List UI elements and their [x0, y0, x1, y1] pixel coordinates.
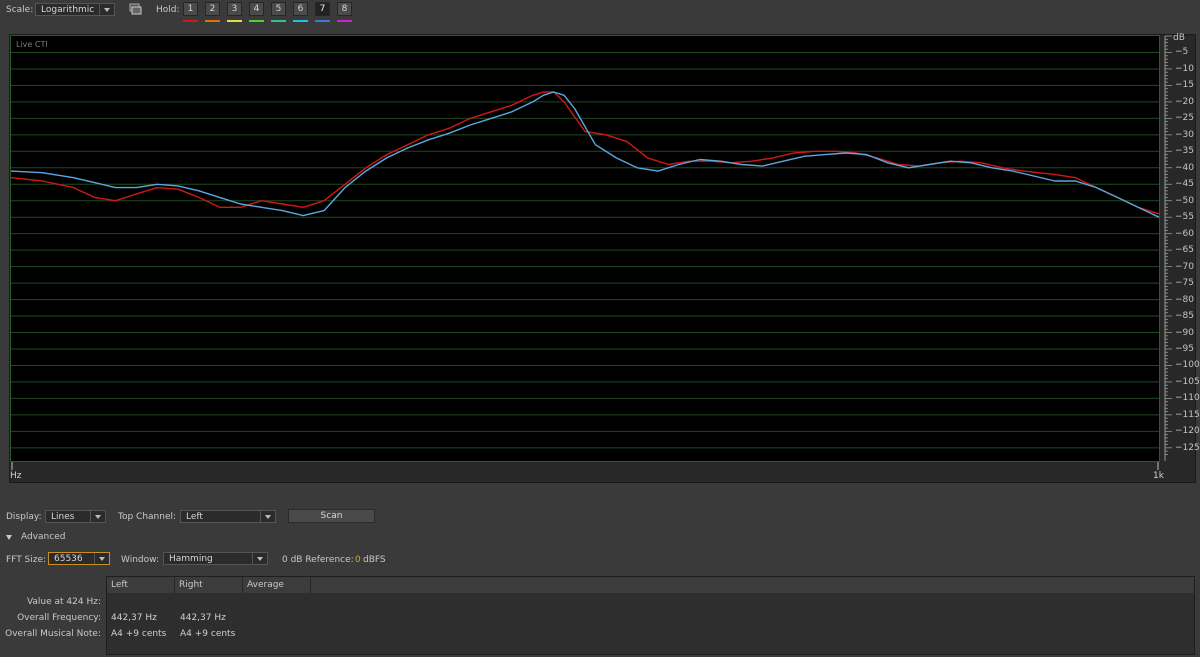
row-label-overall-note: Overall Musical Note:	[5, 629, 101, 639]
db-tick-label: −70	[1175, 261, 1194, 272]
db-tick-label: −115	[1175, 409, 1200, 420]
chevron-down-icon	[94, 553, 109, 564]
chevron-down-icon	[260, 511, 275, 522]
db-tick-label: −30	[1175, 129, 1194, 140]
db-tick-label: −65	[1175, 245, 1194, 256]
db-tick-label: −55	[1175, 212, 1194, 223]
header-filler	[311, 577, 1194, 593]
db-tick-label: −110	[1175, 393, 1200, 404]
column-header-left: Left	[107, 577, 175, 593]
window-dropdown[interactable]: Hamming	[163, 552, 268, 565]
row-label-value-at: Value at 424 Hz:	[26, 597, 101, 607]
overall-note-left: A4 +9 cents	[111, 629, 167, 639]
db-tick-label: −10	[1175, 63, 1194, 74]
db-tick-label: −75	[1175, 278, 1194, 289]
db-axis	[11, 35, 1172, 470]
column-header-average: Average	[243, 577, 311, 593]
db-tick-label: −105	[1175, 376, 1200, 387]
window-label: Window:	[121, 555, 160, 565]
db-tick-label: −80	[1175, 294, 1194, 305]
overall-note-right: A4 +9 cents	[180, 629, 236, 639]
display-dropdown[interactable]: Lines	[45, 510, 106, 523]
db-unit-label: dB	[1173, 33, 1185, 43]
db-tick-label: −35	[1175, 146, 1194, 157]
triangle-down-icon	[6, 534, 12, 540]
fft-size-dropdown[interactable]: 65536	[48, 552, 110, 565]
db-tick-label: −120	[1175, 426, 1200, 437]
column-header-right: Right	[175, 577, 243, 593]
db-tick-label: −20	[1175, 96, 1194, 107]
db-tick-label: −95	[1175, 343, 1194, 354]
db-tick-label: −5	[1175, 47, 1189, 58]
scan-button[interactable]: Scan	[288, 509, 375, 523]
db-reference-unit: dBFS	[363, 555, 386, 565]
db-reference-label: 0 dB Reference:	[282, 555, 354, 565]
db-tick-label: −45	[1175, 179, 1194, 190]
window-value: Hamming	[169, 553, 213, 564]
db-tick-label: −90	[1175, 327, 1194, 338]
db-tick-label: −125	[1175, 442, 1200, 453]
db-tick-label: −15	[1175, 80, 1194, 91]
display-value: Lines	[51, 511, 75, 522]
overall-frequency-right: 442,37 Hz	[180, 613, 226, 623]
pitch-table: Left Right Average	[106, 576, 1195, 655]
db-reference-value[interactable]: 0	[355, 555, 361, 565]
fft-size-label: FFT Size:	[6, 555, 47, 565]
chevron-down-icon	[90, 511, 105, 522]
chevron-down-icon	[252, 553, 267, 564]
top-channel-value: Left	[186, 511, 203, 522]
db-tick-label: −60	[1175, 228, 1194, 239]
db-tick-label: −40	[1175, 162, 1194, 173]
fft-size-value: 65536	[54, 553, 83, 564]
db-tick-label: −50	[1175, 195, 1194, 206]
top-channel-label: Top Channel:	[118, 512, 177, 522]
row-label-overall-frequency: Overall Frequency:	[17, 613, 101, 623]
display-label: Display:	[6, 512, 42, 522]
db-tick-label: −85	[1175, 311, 1194, 322]
advanced-label: Advanced	[21, 532, 66, 542]
db-tick-label: −25	[1175, 113, 1194, 124]
top-channel-dropdown[interactable]: Left	[180, 510, 276, 523]
db-tick-label: −100	[1175, 360, 1200, 371]
overall-frequency-left: 442,37 Hz	[111, 613, 157, 623]
advanced-toggle[interactable]: Advanced	[6, 532, 65, 542]
